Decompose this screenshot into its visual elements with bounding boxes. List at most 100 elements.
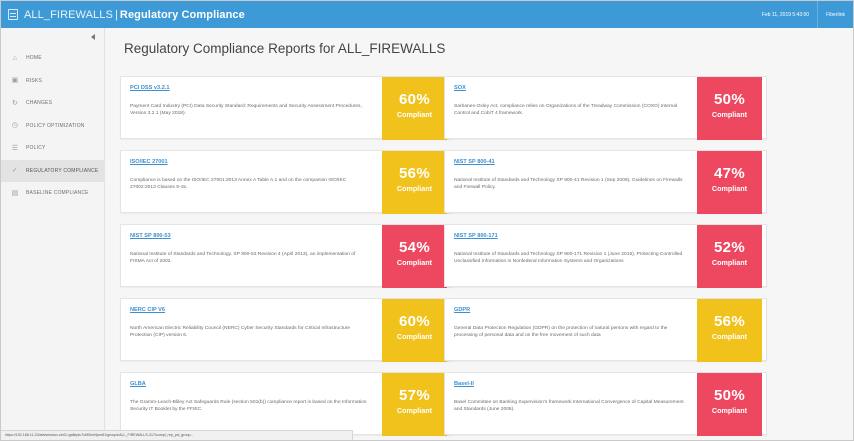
compliance-percent: 60% [399, 313, 430, 330]
report-info: Basel-II Basel Committee on Banking Supe… [454, 381, 684, 413]
sidebar-item-regulatory-compliance[interactable]: ✓ REGULATORY COMPLIANCE [1, 159, 105, 182]
report-link[interactable]: NIST SP 800-171 [454, 233, 684, 239]
report-link[interactable]: NERC CIP V6 [130, 307, 369, 313]
compliance-badge[interactable]: 47% Compliant [697, 151, 762, 214]
compliance-badge[interactable]: 50% Compliant [697, 373, 762, 436]
baseline-icon: ▤ [11, 189, 19, 197]
compliance-percent: 56% [714, 313, 745, 330]
report-description: National Institute of Standards and Tech… [454, 252, 683, 265]
report-link[interactable]: GLBA [130, 381, 369, 387]
sidebar-item-label: BASELINE COMPLIANCE [26, 190, 89, 197]
report-description: North American Electric Reliability Coun… [130, 326, 351, 339]
report-description: Compliance is based on the ISO/IEC 27001… [130, 178, 347, 191]
compliance-percent: 60% [399, 91, 430, 108]
compliance-percent: 50% [714, 387, 745, 404]
sidebar-item-label: POLICY OPTIMIZATION [26, 122, 85, 129]
optimization-icon: ◷ [11, 122, 19, 130]
main-content: Regulatory Compliance Reports for ALL_FI… [106, 28, 853, 440]
compliance-percent: 54% [399, 239, 430, 256]
report-info: NIST SP 800-41 National Institute of Sta… [454, 159, 684, 191]
status-bar-url: https://192.168.11.23/afa/session-uinG=g… [1, 430, 353, 440]
sidebar-item-baseline-compliance[interactable]: ▤ BASELINE COMPLIANCE [1, 182, 105, 205]
report-description: Sarbanes-Oxley Act, compliance relies on… [454, 104, 678, 117]
compliance-badge[interactable]: 50% Compliant [697, 77, 762, 140]
report-card-sox: SOX Sarbanes-Oxley Act, compliance relie… [444, 76, 767, 140]
report-card-nist-800-41: NIST SP 800-41 National Institute of Sta… [444, 150, 767, 214]
report-card-iso-27001: ISO/IEC 27001 Compliance is based on the… [120, 150, 452, 214]
compliance-status: Compliant [711, 406, 748, 415]
user-menu[interactable]: Fiberlink [817, 1, 853, 28]
sidebar: ⌂ HOME ▣ RISKS ↻ CHANGES ◷ POLICY OPTIMI… [1, 28, 105, 440]
app-window: ALL_FIREWALLS | Regulatory Compliance Feb … [0, 0, 854, 441]
report-description: Basel Committee on Banking Supervision's… [454, 400, 684, 413]
page-title: Regulatory Compliance Reports for ALL_FI… [124, 41, 446, 56]
report-info: ISO/IEC 27001 Compliance is based on the… [130, 159, 369, 191]
report-info: NIST SP 800-53 National Institute of Sta… [130, 233, 369, 265]
report-card-basel-ii: Basel-II Basel Committee on Banking Supe… [444, 372, 767, 436]
changes-icon: ↻ [11, 99, 19, 107]
sidebar-item-label: REGULATORY COMPLIANCE [26, 167, 99, 174]
compliance-percent: 52% [714, 239, 745, 256]
report-description: The Gramm-Leach-Bliley Act Safeguards Ru… [130, 400, 367, 413]
sidebar-item-label: POLICY [26, 145, 46, 152]
compliance-status: Compliant [711, 258, 748, 267]
sidebar-item-policy-optimization[interactable]: ◷ POLICY OPTIMIZATION [1, 115, 105, 138]
report-icon [8, 9, 18, 20]
compliance-status: Compliant [396, 110, 433, 119]
report-link[interactable]: GDPR [454, 307, 684, 313]
sidebar-item-home[interactable]: ⌂ HOME [1, 47, 105, 70]
sidebar-item-risks[interactable]: ▣ RISKS [1, 70, 105, 93]
compliance-badge[interactable]: 52% Compliant [697, 225, 762, 288]
report-description: National Institute of Standards and Tech… [454, 178, 683, 191]
report-link[interactable]: Basel-II [454, 381, 684, 387]
sidebar-item-label: RISKS [26, 77, 43, 84]
topbar-right: Feb 11, 2019 5:43:00 Fiberlink [762, 1, 853, 28]
report-info: PCI DSS v3.2.1 Payment Card Industry (PC… [130, 85, 369, 117]
datetime-text: Feb 11, 2019 5:43:00 [761, 11, 810, 18]
compliance-percent: 57% [399, 387, 430, 404]
compliance-badge[interactable]: 57% Compliant [382, 373, 447, 436]
report-card-nist-800-53: NIST SP 800-53 National Institute of Sta… [120, 224, 452, 288]
report-info: GDPR General Data Protection Regulation … [454, 307, 684, 339]
compliance-badge[interactable]: 54% Compliant [382, 225, 447, 288]
compliance-badge[interactable]: 56% Compliant [382, 151, 447, 214]
report-card-pci-dss: PCI DSS v3.2.1 Payment Card Industry (PC… [120, 76, 452, 140]
compliance-status: Compliant [711, 110, 748, 119]
report-card-nerc-cip: NERC CIP V6 North American Electric Reli… [120, 298, 452, 362]
section-title: Regulatory Compliance [119, 8, 245, 21]
report-link[interactable]: ISO/IEC 27001 [130, 159, 369, 165]
collapse-sidebar-icon[interactable] [91, 34, 95, 40]
report-link[interactable]: PCI DSS v3.2.1 [130, 85, 369, 91]
compliance-status: Compliant [711, 184, 748, 193]
title-separator: | [114, 8, 118, 21]
risks-icon: ▣ [11, 77, 19, 85]
report-link[interactable]: NIST SP 800-41 [454, 159, 684, 165]
compliance-status: Compliant [396, 184, 433, 193]
compliance-status: Compliant [711, 332, 748, 341]
policy-icon: ☰ [11, 144, 19, 152]
report-description: General Data Protection Regulation (GDPR… [454, 326, 668, 339]
report-info: SOX Sarbanes-Oxley Act, compliance relie… [454, 85, 684, 117]
report-info: NERC CIP V6 North American Electric Reli… [130, 307, 369, 339]
report-card-gdpr: GDPR General Data Protection Regulation … [444, 298, 767, 362]
compliance-percent: 56% [399, 165, 430, 182]
report-info: NIST SP 800-171 National Institute of St… [454, 233, 684, 265]
sidebar-item-policy[interactable]: ☰ POLICY [1, 137, 105, 160]
device-name[interactable]: ALL_FIREWALLS [24, 9, 113, 21]
compliance-badge[interactable]: 60% Compliant [382, 77, 447, 140]
sidebar-item-changes[interactable]: ↻ CHANGES [1, 92, 105, 115]
compliance-status: Compliant [396, 332, 433, 341]
sidebar-item-label: CHANGES [26, 100, 53, 107]
top-bar: ALL_FIREWALLS | Regulatory Compliance Feb … [1, 1, 853, 28]
report-link[interactable]: SOX [454, 85, 684, 91]
report-info: GLBA The Gramm-Leach-Bliley Act Safeguar… [130, 381, 369, 413]
compliance-percent: 50% [714, 91, 745, 108]
report-description: National Institute of Standards and Tech… [130, 252, 356, 265]
sidebar-item-label: HOME [26, 55, 42, 62]
compliance-icon: ✓ [11, 167, 19, 175]
window-title: ALL_FIREWALLS | Regulatory Compliance [24, 9, 245, 21]
compliance-badge[interactable]: 56% Compliant [697, 299, 762, 362]
report-link[interactable]: NIST SP 800-53 [130, 233, 369, 239]
compliance-badge[interactable]: 60% Compliant [382, 299, 447, 362]
compliance-status: Compliant [396, 258, 433, 267]
